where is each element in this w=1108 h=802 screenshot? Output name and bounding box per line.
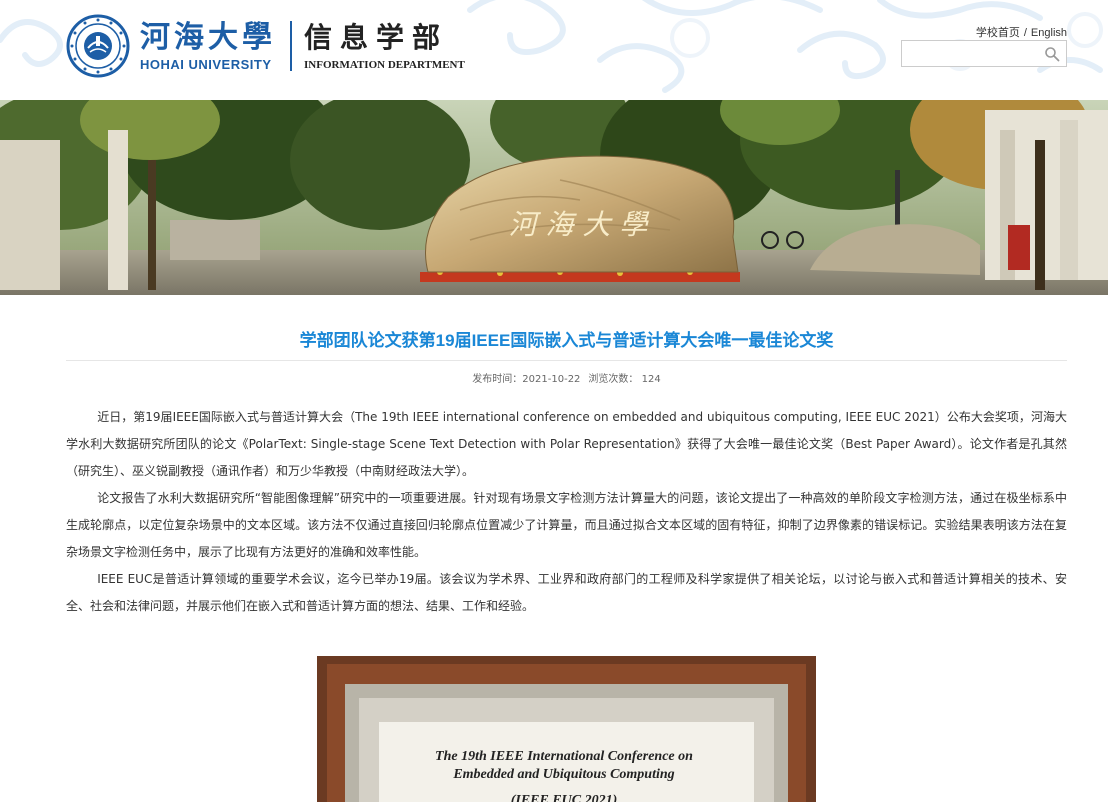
rock-inscription: 河 海 大 學	[509, 208, 651, 241]
article-meta: 发布时间：2021-10-22 浏览次数： 124	[66, 374, 1067, 386]
campus-banner: 河 海 大 學	[0, 100, 1108, 295]
university-seal-icon	[66, 14, 130, 78]
article-paragraph-2: 论文报告了水利大数据研究所“智能图像理解”研究中的一项重要进展。针对现有场景文字…	[66, 491, 1067, 559]
logo-divider	[290, 21, 292, 71]
certificate-line-3: (IEEE EUC 2021)	[511, 793, 618, 802]
article-title: 学部团队论文获第19届IEEE国际嵌入式与普适计算大会唯一最佳论文奖	[299, 331, 834, 350]
award-certificate-photo: The 19th IEEE International Conference o…	[317, 656, 816, 802]
view-count: 124	[641, 374, 661, 385]
top-links: 学校首页 / English	[976, 24, 1067, 40]
school-name-cn: 河海大學	[140, 19, 276, 55]
article: 学部团队论文获第19届IEEE国际嵌入式与普适计算大会唯一最佳论文奖 发布时间：…	[66, 295, 1067, 620]
department-name: 信息学部 INFORMATION DEPARTMENT	[304, 21, 465, 71]
publish-date: 2021-10-22	[522, 374, 581, 385]
article-paragraph-3: IEEE EUC是普适计算领域的重要学术会议，迄今已举办19届。该会议为学术界、…	[66, 572, 1067, 613]
campus-photo: 河 海 大 學	[0, 100, 1108, 295]
school-home-link[interactable]: 学校首页	[976, 27, 1020, 39]
certificate-line-1: The 19th IEEE International Conference o…	[435, 749, 693, 764]
certificate-line-2: Embedded and Ubiquitous Computing	[452, 767, 674, 782]
link-separator: /	[1023, 27, 1027, 39]
school-name-en: HOHAI UNIVERSITY	[140, 56, 272, 72]
views-label: 浏览次数：	[588, 374, 639, 385]
site-logo[interactable]: 河海大學 HOHAI UNIVERSITY 信息学部 INFORMATION D…	[66, 14, 465, 78]
title-divider	[66, 360, 1067, 361]
school-name: 河海大學 HOHAI UNIVERSITY	[140, 19, 276, 72]
english-link[interactable]: English	[1031, 27, 1067, 39]
article-paragraph-1: 近日，第19届IEEE国际嵌入式与普适计算大会（The 19th IEEE in…	[66, 410, 1067, 478]
search-box	[901, 40, 1067, 67]
publish-label: 发布时间：	[472, 374, 523, 385]
search-input[interactable]	[902, 41, 1045, 65]
department-name-en: INFORMATION DEPARTMENT	[304, 59, 465, 71]
article-body: 近日，第19届IEEE国际嵌入式与普适计算大会（The 19th IEEE in…	[66, 404, 1067, 620]
search-icon[interactable]	[1044, 46, 1060, 62]
department-name-cn: 信息学部	[304, 21, 449, 54]
site-header: 河海大學 HOHAI UNIVERSITY 信息学部 INFORMATION D…	[0, 0, 1108, 100]
